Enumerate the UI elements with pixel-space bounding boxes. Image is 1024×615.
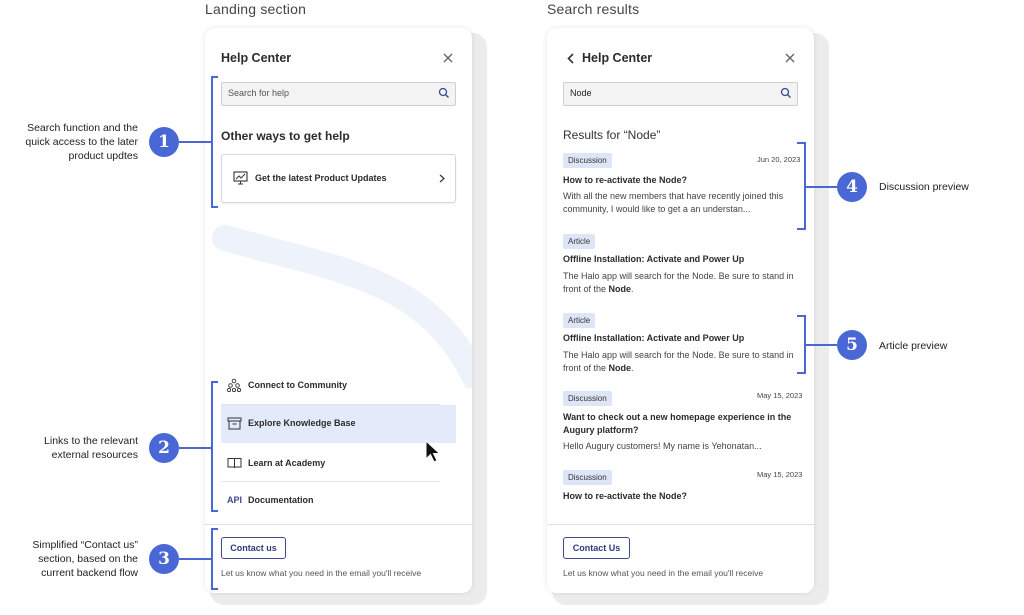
result-badge: Article — [563, 234, 596, 249]
contact-text: Let us know what you need in the email y… — [563, 568, 764, 578]
cursor-arrow-icon — [425, 440, 441, 463]
annotation-2-bracket-bottom — [211, 510, 218, 512]
result-snippet: The Halo app will search for the Node. B… — [563, 350, 794, 373]
landing-panel: Help Center Search for help Other ways t… — [205, 28, 472, 593]
annotation-3-connector — [179, 558, 211, 560]
annotation-1-text: Search function and the quick access to … — [25, 122, 138, 162]
community-icon — [227, 378, 241, 392]
annotation-2-bracket — [211, 381, 213, 512]
contact-text: Let us know what you need in the email y… — [221, 568, 422, 578]
book-icon — [227, 458, 242, 469]
annotation-2-text: Links to the relevant external resources — [44, 435, 138, 461]
annotation-3-badge: 3 — [149, 544, 179, 574]
search-value: Node — [570, 88, 592, 98]
result-snippet: The Halo app will search for the Node. B… — [563, 271, 794, 294]
search-icon[interactable] — [780, 87, 792, 99]
annotation-5-bracket-bottom — [797, 372, 804, 374]
search-input[interactable]: Node — [563, 82, 798, 106]
annotation-3-text: Simplified “Contact us” section, based o… — [32, 539, 138, 579]
monitor-chart-icon — [233, 171, 248, 185]
other-ways-heading: Other ways to get help — [221, 129, 350, 143]
result-date: Jun 20, 2023 — [757, 155, 801, 164]
results-heading: Results for “Node” — [563, 128, 661, 142]
result-badge: Discussion — [563, 153, 612, 168]
annotation-1-connector — [179, 141, 211, 143]
annotation-2-badge: 2 — [149, 433, 179, 463]
annotation-3-bracket-bottom — [211, 588, 218, 590]
result-date: May 15, 2023 — [757, 391, 803, 400]
close-icon[interactable] — [442, 52, 454, 64]
annotation-4-connector — [806, 186, 837, 188]
result-title: Offline Installation: Activate and Power… — [563, 254, 745, 264]
annotation-5-text: Article preview — [879, 340, 948, 352]
close-icon[interactable] — [784, 52, 796, 64]
result-snippet: With all the new members that have recen… — [563, 191, 784, 214]
result-title: Offline Installation: Activate and Power… — [563, 333, 745, 343]
chevron-right-icon — [439, 174, 445, 183]
annotation-5-bracket-top — [797, 315, 804, 317]
result-title: How to re-activate the Node? — [563, 491, 688, 501]
annotation-1-bracket-bottom — [211, 206, 218, 208]
contact-footer: Contact us Let us know what you need in … — [205, 524, 472, 593]
search-icon[interactable] — [438, 87, 450, 99]
search-input[interactable]: Search for help — [221, 82, 456, 106]
annotation-4-bracket-bottom — [797, 228, 804, 230]
annotation-4-bracket-top — [797, 142, 804, 144]
annotation-3-bracket — [211, 528, 213, 590]
annotation-5-connector — [806, 344, 837, 346]
archive-box-icon — [227, 417, 242, 430]
panel-title: Help Center — [582, 51, 653, 65]
link-documentation[interactable]: API Documentation — [221, 483, 456, 519]
results-panel: Help Center Node Results for “Node” Disc… — [547, 28, 814, 593]
link-documentation-label: Documentation — [248, 495, 314, 505]
back-chevron-icon[interactable] — [567, 53, 574, 64]
link-knowledge-base[interactable]: Explore Knowledge Base — [221, 405, 456, 443]
contact-footer: Contact Us Let us know what you need in … — [547, 524, 814, 593]
product-updates-card[interactable]: Get the latest Product Updates — [221, 154, 456, 203]
link-community[interactable]: Connect to Community — [221, 368, 456, 404]
result-badge: Discussion — [563, 391, 612, 406]
result-item[interactable]: Article Offline Installation: Activate a… — [547, 234, 814, 300]
annotation-1-badge: 1 — [149, 127, 179, 157]
panel-title: Help Center — [221, 51, 292, 65]
decorative-arc — [212, 225, 472, 388]
divider — [221, 481, 440, 482]
link-academy[interactable]: Learn at Academy — [221, 445, 456, 481]
annotation-2-connector — [179, 447, 211, 449]
result-item[interactable]: Article Offline Installation: Activate a… — [547, 313, 814, 379]
annotation-3-bracket-top — [211, 528, 218, 530]
link-academy-label: Learn at Academy — [248, 458, 326, 468]
link-knowledge-base-label: Explore Knowledge Base — [248, 418, 356, 428]
link-community-label: Connect to Community — [248, 380, 347, 390]
api-icon: API — [227, 495, 243, 505]
result-title: How to re-activate the Node? — [563, 175, 688, 185]
product-updates-label: Get the latest Product Updates — [255, 173, 387, 183]
annotation-1-bracket — [211, 76, 213, 208]
landing-section-title: Landing section — [205, 1, 307, 17]
annotation-1-bracket-top — [211, 76, 218, 78]
contact-us-button[interactable]: Contact Us — [563, 537, 630, 559]
annotation-4-badge: 4 — [837, 172, 867, 202]
result-badge: Article — [563, 313, 596, 328]
result-date: May 15, 2023 — [757, 470, 803, 479]
result-title: Want to check out a new homepage experie… — [563, 412, 792, 435]
results-section-title: Search results — [547, 1, 640, 17]
search-placeholder: Search for help — [228, 88, 290, 98]
annotation-4-text: Discussion preview — [879, 181, 969, 193]
annotation-2-bracket-top — [211, 381, 218, 383]
annotation-5-badge: 5 — [837, 330, 867, 360]
result-item[interactable]: Discussion Jun 20, 2023 How to re-activa… — [547, 153, 814, 223]
result-item[interactable]: Discussion May 15, 2023 Want to check ou… — [547, 391, 814, 457]
result-badge: Discussion — [563, 470, 612, 485]
result-snippet: Hello Augury customers! My name is Yehon… — [563, 441, 762, 451]
contact-us-button[interactable]: Contact us — [221, 537, 286, 559]
result-item[interactable]: Discussion May 15, 2023 How to re-activa… — [547, 470, 814, 510]
